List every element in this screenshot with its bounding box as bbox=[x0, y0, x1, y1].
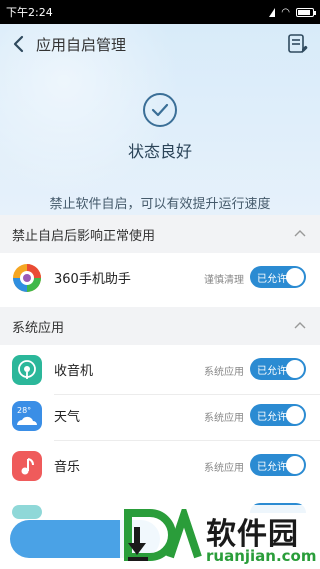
clock: 下午2:24 bbox=[6, 6, 53, 19]
app-360-icon bbox=[13, 264, 41, 292]
autostart-toggle[interactable]: 已允许 bbox=[250, 454, 306, 476]
toggle-label: 已允许 bbox=[257, 366, 287, 377]
app-name: 音乐 bbox=[54, 460, 81, 475]
section-header-system[interactable]: 系统应用 bbox=[0, 307, 320, 345]
app-name: 360手机助手 bbox=[54, 272, 131, 287]
music-icon bbox=[12, 451, 42, 481]
list-item[interactable]: 音乐 系统应用 已允许 bbox=[0, 441, 320, 491]
header-hero: 应用自启管理 状态良好 禁止软件自启，可以有效提升运行速度 bbox=[0, 24, 320, 215]
weather-icon: 28° bbox=[12, 401, 42, 431]
download-logo-icon bbox=[124, 509, 202, 561]
toggle-label: 已允许 bbox=[257, 274, 287, 285]
autostart-toggle[interactable]: 已允许 bbox=[250, 404, 306, 426]
watermark: 软件园 ruanjian.com bbox=[120, 505, 320, 569]
radio-icon bbox=[12, 355, 42, 385]
status-icons: ◠ bbox=[269, 6, 316, 18]
toggle-knob bbox=[286, 406, 304, 424]
page-title: 应用自启管理 bbox=[36, 36, 127, 54]
app-status: 系统应用 bbox=[204, 463, 244, 474]
app-status: 系统应用 bbox=[204, 413, 244, 424]
app-status: 系统应用 bbox=[204, 367, 244, 378]
section-title: 禁止自启后影响正常使用 bbox=[12, 228, 156, 244]
autostart-toggle[interactable]: 已允许 bbox=[250, 358, 306, 380]
toggle-knob bbox=[286, 268, 304, 286]
back-chevron-icon[interactable] bbox=[10, 34, 28, 54]
list-settings-icon[interactable] bbox=[286, 32, 310, 56]
app-icon-partial bbox=[12, 505, 42, 519]
list-item[interactable]: 28° 天气 系统应用 已允许 bbox=[0, 391, 320, 441]
section-header-important[interactable]: 禁止自启后影响正常使用 bbox=[0, 215, 320, 253]
check-circle-icon bbox=[143, 93, 177, 127]
list-item[interactable]: 收音机 系统应用 已允许 bbox=[0, 345, 320, 395]
status-text: 状态良好 bbox=[127, 142, 192, 161]
svg-text:28°: 28° bbox=[17, 406, 31, 415]
app-name: 收音机 bbox=[54, 364, 94, 379]
autostart-toggle[interactable]: 已允许 bbox=[250, 266, 306, 288]
toggle-label: 已允许 bbox=[257, 462, 287, 473]
battery-icon bbox=[296, 7, 316, 17]
hero-subtitle: 禁止软件自启，可以有效提升运行速度 bbox=[49, 197, 271, 212]
signal-icon bbox=[269, 7, 276, 17]
toggle-knob bbox=[286, 456, 304, 474]
chevron-up-icon[interactable] bbox=[294, 321, 306, 329]
toggle-knob bbox=[286, 360, 304, 378]
list-item[interactable]: 360手机助手 谨慎清理 已允许 bbox=[0, 253, 320, 303]
app-status: 谨慎清理 bbox=[204, 275, 244, 286]
chevron-up-icon[interactable] bbox=[294, 229, 306, 237]
top-bar: 应用自启管理 bbox=[0, 24, 320, 64]
toggle-label: 已允许 bbox=[257, 412, 287, 423]
status-bar: 下午2:24 ◠ bbox=[0, 0, 320, 24]
wifi-icon: ◠ bbox=[281, 6, 290, 18]
section-title: 系统应用 bbox=[12, 320, 65, 336]
app-name: 天气 bbox=[54, 410, 81, 425]
watermark-url: ruanjian.com bbox=[206, 547, 317, 565]
